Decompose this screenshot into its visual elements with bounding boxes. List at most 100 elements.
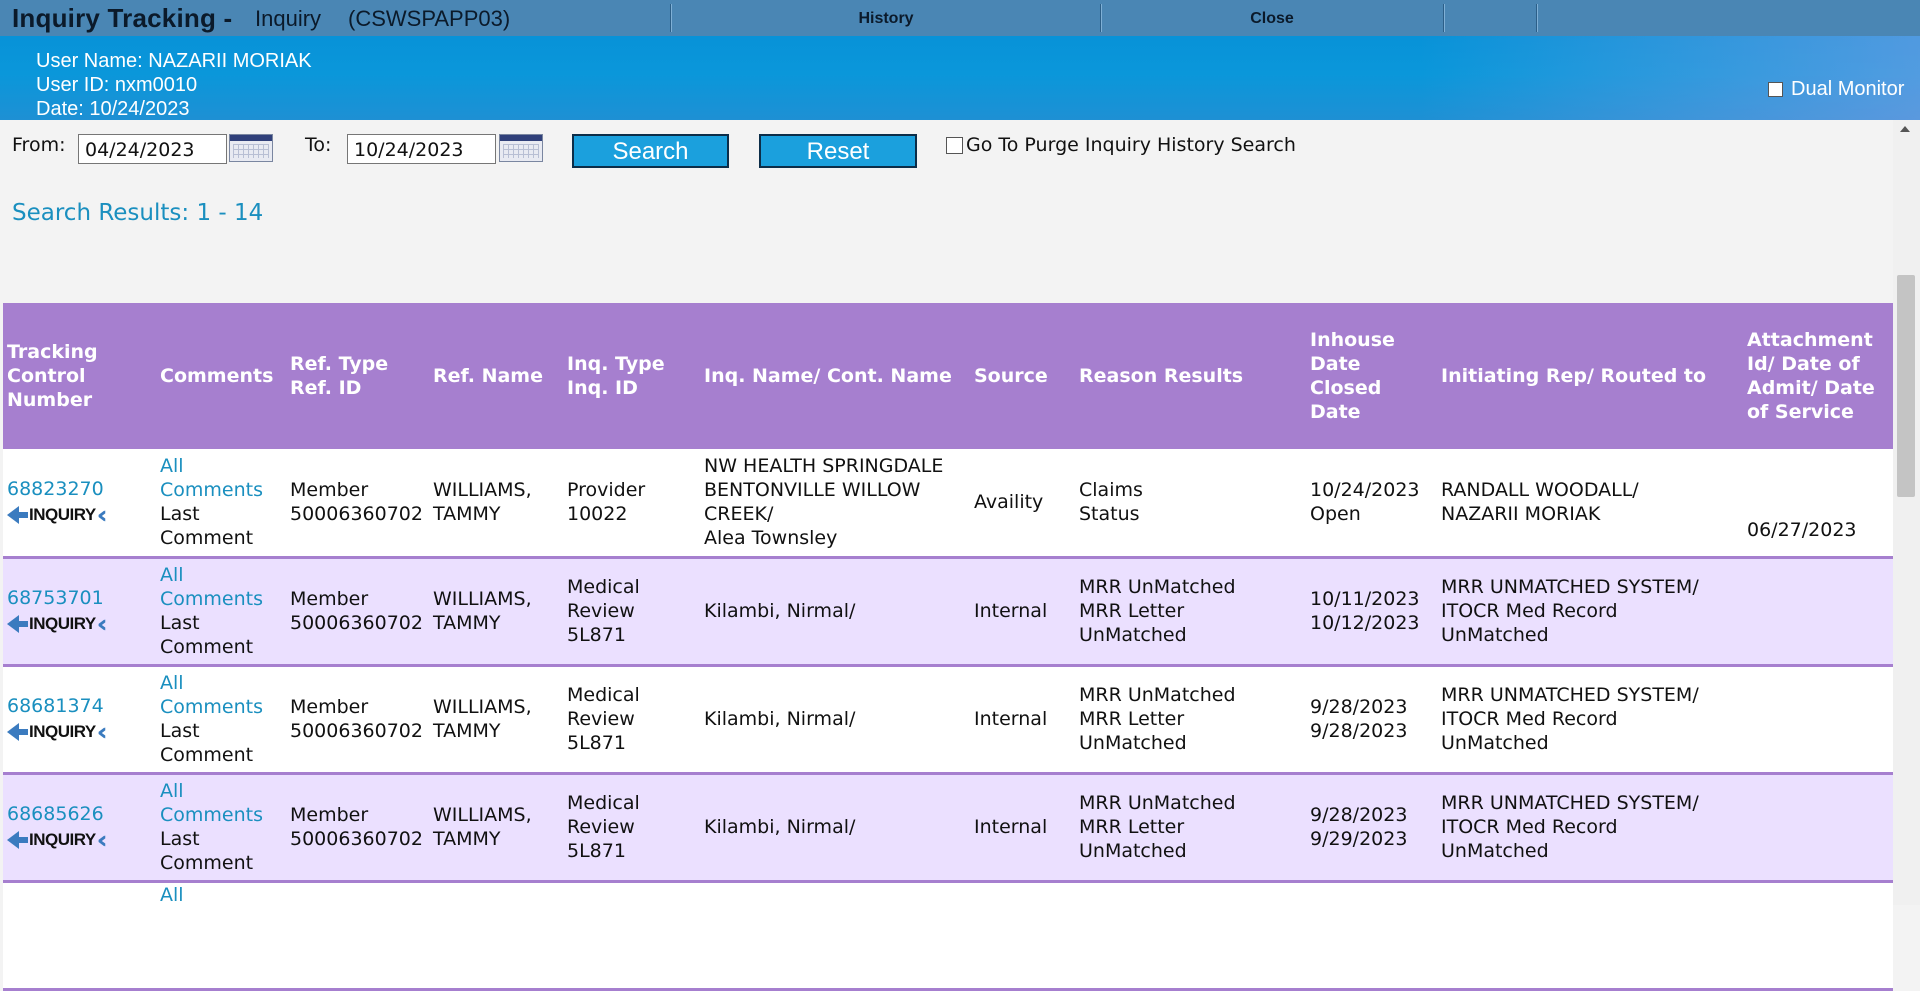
col-header-comments[interactable]: Comments (156, 303, 286, 449)
tracking-cell: 68753701 INQUIRY ‹‹ (3, 557, 156, 665)
reason-line: Claims (1079, 479, 1143, 502)
inq-name-cell: NW HEALTH SPRINGDALE BENTONVILLE WILLOW CR… (700, 449, 970, 557)
tracking-cell: 68685626 INQUIRY ‹‹ (3, 773, 156, 881)
ref-id: 50006360702 (290, 720, 423, 742)
scrollbar-thumb[interactable] (1897, 275, 1915, 497)
all-comments-link[interactable]: All (160, 883, 282, 907)
ref-type-cell: Member 50006360702 (286, 665, 429, 773)
col-header-ref-name[interactable]: Ref. Name (429, 303, 563, 449)
attachment-cell (1743, 665, 1893, 773)
tracking-number-link[interactable]: 68681374 (7, 694, 152, 718)
tracking-cell: 68823270 INQUIRY ‹‹ (3, 449, 156, 557)
all-comments-link[interactable]: All Comments (160, 563, 282, 611)
inq-type-line: 5L871 (567, 624, 626, 646)
to-calendar-icon[interactable] (499, 134, 543, 162)
inq-name-cell: Kilambi, Nirmal/ (700, 773, 970, 881)
inq-name-cell: Kilambi, Nirmal/ (700, 557, 970, 665)
purge-history-checkbox[interactable] (946, 136, 963, 154)
reason-line: MRR Letter (1079, 600, 1185, 622)
history-button[interactable]: History (672, 0, 1100, 36)
source-cell: Availity (970, 449, 1075, 557)
all-comments-link[interactable]: All Comments (160, 779, 282, 827)
col-header-ref-type[interactable]: Ref. Type Ref. ID (286, 303, 429, 449)
close-button[interactable]: Close (1102, 0, 1442, 36)
reason-line: Status (1079, 503, 1140, 526)
reason-cell: MRR UnMatched MRR Letter UnMatched (1075, 557, 1306, 665)
reason-cell: MRR UnMatched MRR Letter UnMatched (1075, 773, 1306, 881)
user-info-bar: User Name: NAZARII MORIAK User ID: nxm00… (0, 36, 1920, 120)
vertical-scrollbar[interactable] (1893, 120, 1920, 905)
dual-monitor-toggle[interactable]: Dual Monitor (1768, 78, 1904, 101)
purge-history-label: Go To Purge Inquiry History Search (966, 134, 1296, 156)
ref-name-line: TAMMY (433, 720, 501, 742)
table-row: 68685626 INQUIRY ‹‹ All Comments Last Commen… (3, 773, 1893, 881)
scroll-up-arrow-icon[interactable] (1900, 126, 1910, 132)
table-row: 68823270 INQUIRY ‹‹ All Comments Last Commen… (3, 449, 1893, 557)
tracking-number-link[interactable]: 68685626 (7, 802, 152, 826)
tracking-number-link[interactable]: 68823270 (7, 477, 152, 501)
col-header-rep[interactable]: Initiating Rep/ Routed to (1437, 303, 1743, 449)
inq-name-line: CREEK/ (704, 503, 774, 526)
ref-name-cell: WILLIAMS, TAMMY (429, 773, 563, 881)
results-table: Tracking Control Number Comments Ref. Ty… (3, 303, 1893, 991)
app-title: Inquiry Tracking - (12, 3, 233, 33)
col-header-source[interactable]: Source (970, 303, 1075, 449)
rep-line: UnMatched (1441, 624, 1549, 646)
closed-date: 9/29/2023 (1310, 828, 1408, 850)
purge-history-toggle[interactable]: Go To Purge Inquiry History Search (946, 134, 1296, 156)
inq-type-cell: Provider 10022 (563, 449, 700, 557)
source-value: Internal (974, 600, 1048, 622)
inq-name-line: NW HEALTH SPRINGDALE (704, 455, 944, 478)
ref-id: 50006360702 (290, 828, 423, 850)
inq-type-line: 5L871 (567, 840, 626, 862)
rep-cell: MRR UNMATCHED SYSTEM/ITOCR Med Record UnM… (1437, 773, 1743, 881)
inquiry-logo-icon[interactable]: INQUIRY ‹‹ (7, 612, 152, 636)
inquiry-logo-icon[interactable]: INQUIRY ‹‹ (7, 720, 152, 744)
source-cell: Internal (970, 665, 1075, 773)
attachment-date: 06/27/2023 (1747, 518, 1857, 541)
inq-name-line: Kilambi, Nirmal/ (704, 708, 856, 730)
inq-type-line: 10022 (567, 503, 628, 526)
closed-date: 9/28/2023 (1310, 720, 1408, 742)
col-header-reason[interactable]: Reason Results (1075, 303, 1306, 449)
ref-type-cell: Member 50006360702 (286, 557, 429, 665)
inq-type-cell: Medical Review 5L871 (563, 665, 700, 773)
tracking-cell: 68681374 INQUIRY ‹‹ (3, 665, 156, 773)
ref-name-line: WILLIAMS, (433, 804, 532, 826)
from-date-input[interactable]: 04/24/2023 (78, 134, 227, 164)
table-row: All (3, 881, 1893, 989)
inquiry-logo-icon[interactable]: INQUIRY ‹‹ (7, 828, 152, 852)
inq-type-line: Medical (567, 792, 640, 814)
comments-cell: All Comments Last Comment (156, 449, 286, 557)
from-calendar-icon[interactable] (229, 134, 273, 162)
col-header-inq-name[interactable]: Inq. Name/ Cont. Name (700, 303, 970, 449)
ref-name-line: WILLIAMS, (433, 588, 532, 610)
tracking-number-link[interactable]: 68753701 (7, 586, 152, 610)
search-button[interactable]: Search (572, 134, 729, 168)
reset-button[interactable]: Reset (759, 134, 917, 168)
inq-type-line: Review (567, 600, 635, 622)
dual-monitor-checkbox[interactable] (1768, 82, 1783, 97)
closed-date: Open (1310, 503, 1361, 526)
table-row: 68753701 INQUIRY ‹‹ All Comments Last Commen… (3, 557, 1893, 665)
to-date-input[interactable]: 10/24/2023 (347, 134, 496, 164)
inhouse-date: 9/28/2023 (1310, 696, 1408, 718)
dates-cell: 9/28/2023 9/28/2023 (1306, 665, 1437, 773)
source-value: Internal (974, 816, 1048, 838)
rep-line: MRR UNMATCHED SYSTEM/ (1441, 684, 1699, 706)
col-header-dates[interactable]: Inhouse Date Closed Date (1306, 303, 1437, 449)
ref-id: 50006360702 (290, 612, 423, 634)
closed-date: 10/12/2023 (1310, 612, 1420, 634)
inquiry-logo-icon[interactable]: INQUIRY ‹‹ (7, 503, 152, 527)
all-comments-link[interactable]: All Comments (160, 671, 282, 719)
col-header-attachment[interactable]: Attachment Id/ Date of Admit/ Date of Se… (1743, 303, 1893, 449)
all-comments-link[interactable]: All Comments (160, 454, 282, 502)
ref-type-cell: Member 50006360702 (286, 449, 429, 557)
col-header-tracking[interactable]: Tracking Control Number (3, 303, 156, 449)
col-header-inq-type[interactable]: Inq. Type Inq. ID (563, 303, 700, 449)
ref-type-cell: Member 50006360702 (286, 773, 429, 881)
reason-line: UnMatched (1079, 624, 1187, 646)
app-subtitle: Inquiry (255, 6, 322, 31)
user-id: User ID: nxm0010 (36, 74, 198, 96)
last-comment-label: Last Comment (160, 828, 254, 874)
